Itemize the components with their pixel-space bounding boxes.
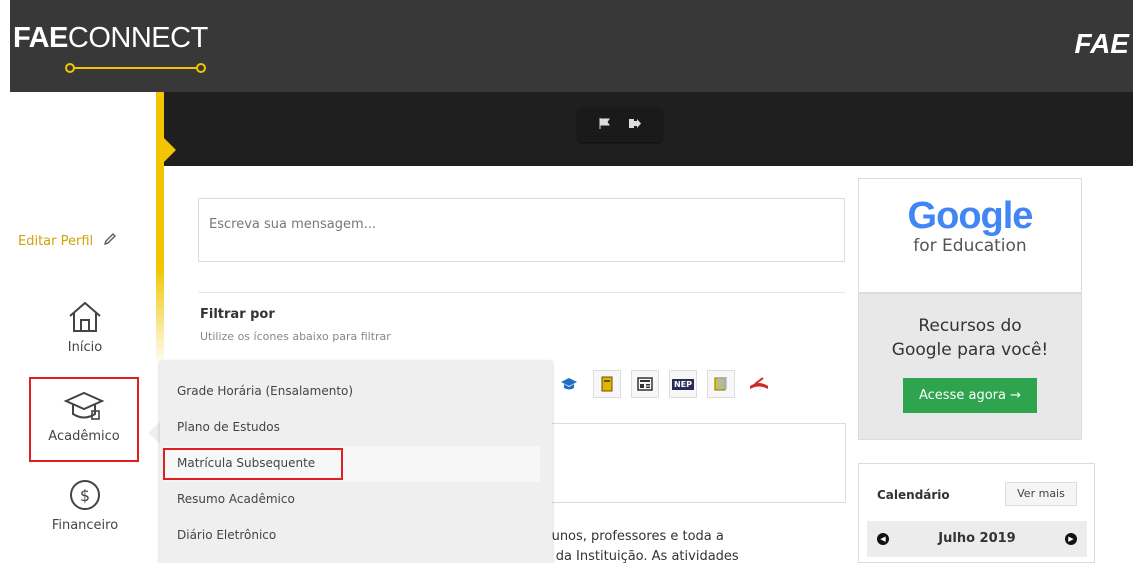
fae-logo[interactable]: FAE	[1075, 28, 1129, 60]
sidebar-item-financeiro[interactable]: $ Financeiro	[30, 478, 140, 533]
google-for-education-banner[interactable]: Google for Education	[858, 178, 1082, 293]
logo-dot-right	[196, 63, 206, 73]
section-divider	[198, 292, 845, 293]
edit-profile-link[interactable]: Editar Perfil	[18, 232, 117, 250]
edit-profile-label: Editar Perfil	[18, 233, 94, 249]
home-icon	[69, 301, 101, 332]
nep-icon[interactable]: NEP	[669, 370, 697, 398]
filter-title: Filtrar por	[200, 307, 275, 322]
sidebar-item-label: Financeiro	[51, 518, 119, 533]
post-card	[540, 423, 846, 503]
resources-title-line: Google para você!	[891, 340, 1049, 360]
post-line: alunos, professores e toda a	[540, 529, 724, 544]
top-header: FAECONNECT FAE	[10, 0, 1133, 92]
sidebar-item-label: Início	[67, 340, 103, 355]
menu-item-diario-eletronico[interactable]: Diário Eletrônico	[177, 528, 276, 542]
accent-arrow	[164, 138, 176, 162]
resources-title-line: Recursos do	[918, 316, 1022, 336]
filter-icons: NEP	[555, 370, 773, 398]
highlight-box	[163, 448, 343, 480]
sidebar-item-label: Acadêmico	[48, 429, 120, 444]
calendar-more-button[interactable]: Ver mais	[1005, 482, 1077, 506]
google-logo: Google	[859, 195, 1081, 238]
nep-label: NEP	[671, 378, 695, 390]
post-line: al da Instituição. As atividades	[540, 549, 739, 563]
reading-icon[interactable]	[745, 370, 773, 398]
notes-icon[interactable]	[707, 370, 735, 398]
logout-icon[interactable]	[629, 118, 641, 132]
filter-subtitle: Utilize os ícones abaixo para filtrar	[200, 330, 391, 343]
news-icon[interactable]	[631, 370, 659, 398]
accent-stripe-fade	[156, 267, 164, 367]
calendar-widget: Calendário Ver mais ◀ Julho 2019 ▶	[858, 463, 1095, 563]
calendar-nav: ◀ Julho 2019 ▶	[867, 521, 1087, 557]
menu-item-resumo-academico[interactable]: Resumo Acadêmico	[177, 492, 295, 506]
menu-item-grade-horaria[interactable]: Grade Horária (Ensalamento)	[177, 384, 353, 398]
dollar-icon: $	[70, 480, 100, 510]
sidebar-item-inicio[interactable]: Início	[30, 300, 140, 355]
logo-dot-left	[65, 63, 75, 73]
message-input[interactable]: Escreva sua mensagem...	[198, 198, 845, 262]
svg-text:$: $	[80, 486, 90, 505]
accent-stripe	[156, 92, 164, 267]
message-placeholder: Escreva sua mensagem...	[209, 217, 377, 232]
graduation-cap-icon	[63, 391, 105, 420]
google-resources-card: Recursos do Google para você! Acesse ago…	[858, 293, 1082, 440]
sidebar-header	[10, 92, 156, 166]
logo-underline	[70, 67, 200, 69]
book-icon[interactable]	[593, 370, 621, 398]
post-text: alunos, professores e toda a al da Insti…	[540, 527, 840, 563]
graduation-cap-icon[interactable]	[555, 370, 583, 398]
google-subtitle: for Education	[913, 236, 1027, 256]
flag-icon[interactable]	[599, 118, 611, 132]
resources-title: Recursos do Google para você!	[859, 314, 1081, 362]
calendar-month: Julho 2019	[938, 531, 1016, 546]
toolbar-icons	[578, 108, 662, 142]
pencil-icon	[103, 232, 117, 250]
toolbar-bar	[10, 92, 1133, 166]
access-now-button[interactable]: Acesse agora →	[903, 378, 1037, 413]
chevron-right-icon[interactable]: ▶	[1065, 533, 1077, 545]
submenu-pointer	[148, 422, 160, 444]
google-logo-text: Google	[907, 195, 1034, 237]
faeconnect-logo[interactable]: FAECONNECT	[13, 22, 208, 55]
menu-item-plano-estudos[interactable]: Plano de Estudos	[177, 420, 280, 434]
sidebar-item-academico[interactable]: Acadêmico	[29, 377, 139, 462]
calendar-title: Calendário	[877, 488, 950, 502]
